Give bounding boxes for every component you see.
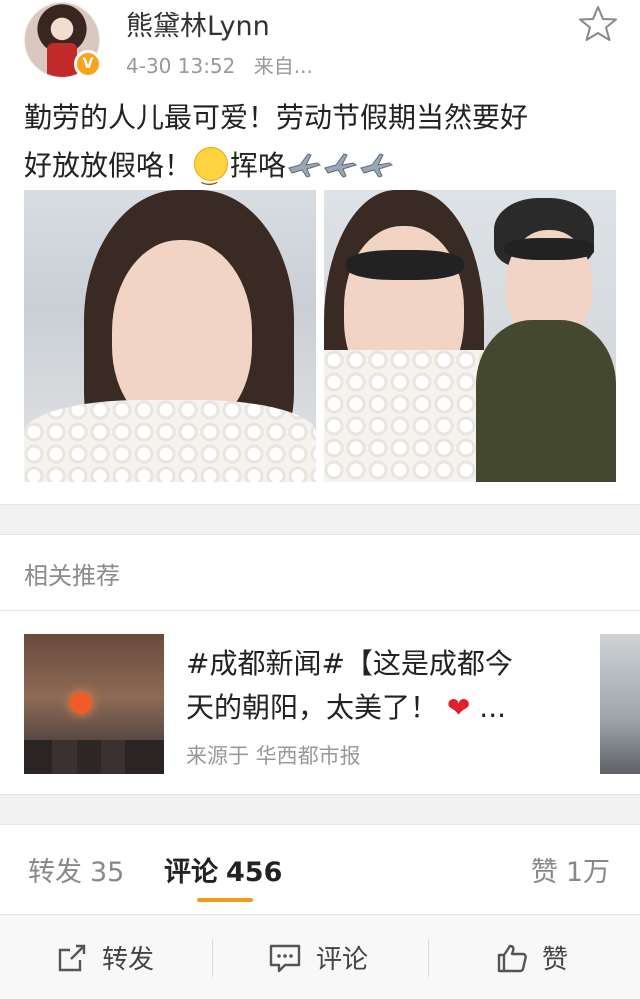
section-divider [0, 794, 640, 824]
photo-detail [346, 250, 464, 280]
like-label: 赞 [542, 945, 569, 975]
post-text-segment: 好放放假咯！ [24, 149, 193, 182]
post-meta: 4-30 13:52 来自... [126, 50, 313, 79]
thumbs-up-icon [497, 944, 527, 972]
photo-detail [504, 238, 594, 260]
post-text-segment: 挥咯 [230, 149, 287, 182]
tab-comments-count: 456 [226, 857, 283, 888]
airplane-icon [288, 153, 322, 178]
favorite-star-icon[interactable] [578, 4, 618, 44]
post-text: 勤劳的人儿最可爱！劳动节假期当然要好 好放放假咯！ 挥咯 [24, 94, 614, 200]
action-separator [212, 939, 213, 977]
photo-detail [24, 400, 316, 482]
section-divider [0, 504, 640, 534]
tab-active-indicator [197, 898, 253, 902]
tab-reposts-label: 转发 [28, 857, 82, 888]
related-card-text-segment: 天的朝阳，太美了！ [186, 691, 439, 724]
airplane-icon [360, 153, 394, 178]
like-button[interactable]: 赞 [496, 915, 568, 999]
divider-line [0, 824, 640, 825]
related-card-source: 来源于 华西都市报 [186, 744, 361, 768]
repost-icon [58, 944, 86, 971]
action-separator [428, 939, 429, 977]
photo-detail [70, 692, 92, 714]
tab-likes[interactable]: 赞 1万 [531, 850, 610, 889]
tab-comments[interactable]: 评论 456 [164, 850, 282, 889]
related-thumbnail[interactable] [24, 634, 164, 774]
post-text-line-1: 勤劳的人儿最可爱！劳动节假期当然要好 [24, 101, 529, 134]
post-timestamp: 4-30 13:52 [126, 54, 236, 78]
smile-emoji-icon [194, 147, 229, 200]
tab-reposts-count: 35 [90, 857, 125, 888]
related-card[interactable]: #成都新闻#【这是成都今 天的朝阳，太美了！ ❤ ... 来源于 华西都市报 [0, 614, 640, 784]
photo-detail [24, 740, 164, 774]
bottom-action-bar: 转发 评论 赞 [0, 914, 640, 999]
related-card-ellipsis: ... [479, 691, 506, 724]
comment-label: 评论 [316, 945, 369, 975]
divider-line [0, 504, 640, 505]
verified-badge-icon: V [74, 50, 102, 78]
related-card-line-1: #成都新闻#【这是成都今 [186, 647, 513, 680]
related-thumbnail-next[interactable] [600, 634, 640, 774]
tab-likes-label: 赞 [530, 857, 558, 888]
repost-button[interactable]: 转发 [56, 915, 154, 999]
post-source: 来自... [253, 54, 313, 78]
comment-icon [269, 944, 301, 972]
repost-label: 转发 [102, 945, 155, 975]
interaction-tabs: 转发 35 评论 456 赞 1万 [0, 830, 640, 910]
airplane-icon [324, 153, 358, 178]
tab-likes-count: 1万 [565, 857, 610, 888]
divider-line [0, 794, 640, 795]
heart-icon: ❤ [446, 691, 471, 724]
username[interactable]: 熊黛林Lynn [126, 4, 270, 43]
post-photo-2[interactable] [324, 190, 616, 482]
comment-button[interactable]: 评论 [268, 915, 368, 999]
post-header: V 熊黛林Lynn 4-30 13:52 来自... [0, 0, 640, 90]
related-section-title: 相关推荐 [24, 562, 120, 590]
photo-detail [476, 320, 616, 482]
tab-reposts[interactable]: 转发 35 [28, 850, 124, 889]
post-photo-1[interactable] [24, 190, 316, 482]
divider-line [0, 610, 640, 611]
post-text-line-2: 好放放假咯！ 挥咯 [24, 142, 614, 200]
related-card-line-2: 天的朝阳，太美了！ ❤ ... [186, 686, 566, 730]
related-card-text[interactable]: #成都新闻#【这是成都今 天的朝阳，太美了！ ❤ ... [186, 642, 566, 730]
divider-line [0, 534, 640, 535]
tab-comments-label: 评论 [164, 857, 218, 888]
